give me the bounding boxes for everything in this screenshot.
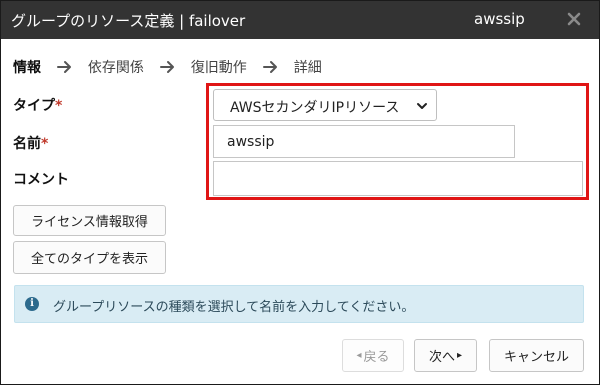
comment-label: コメント [13,172,69,188]
chevron-right-icon: ▸ [456,350,463,361]
resource-definition-dialog: グループのリソース定義 | failover awssip 情報 依存関係 復旧… [0,0,600,385]
step-details: 詳細 [293,60,322,76]
close-icon[interactable] [567,9,585,29]
back-button-label: 戻る [363,350,390,365]
back-button[interactable]: ◂ 戻る [342,339,404,372]
chevron-left-icon: ◂ [356,350,362,361]
name-label-text: 名前 [13,136,41,152]
show-all-types-button[interactable]: 全てのタイプを表示 [13,241,166,274]
title-bar: グループのリソース定義 | failover awssip [1,1,599,39]
step-recovery: 復旧動作 [190,60,247,76]
name-label: 名前* [13,133,48,153]
type-label-text: タイプ [13,98,55,114]
arrow-right-icon [263,59,279,75]
next-button[interactable]: 次へ ▸ [414,339,477,372]
wizard-steps: 情報 依存関係 復旧動作 詳細 [13,57,322,77]
arrow-right-icon [160,59,176,75]
required-mark: * [41,136,49,152]
type-label: タイプ* [13,95,62,115]
step-info: 情報 [13,60,41,76]
info-text: グループリソースの種類を選択して名前を入力してください。 [53,300,415,315]
info-icon: i [25,297,39,311]
highlight-box [206,83,589,200]
next-button-label: 次へ [428,350,455,365]
info-alert: i グループリソースの種類を選択して名前を入力してください。 [14,285,584,323]
cancel-button[interactable]: キャンセル [489,339,584,372]
window-title: グループのリソース定義 | failover [11,12,246,30]
step-dependency: 依存関係 [87,60,144,76]
resource-name-label: awssip [474,10,525,28]
get-license-button[interactable]: ライセンス情報取得 [13,205,166,236]
required-mark: * [55,98,63,114]
arrow-right-icon [57,59,73,75]
